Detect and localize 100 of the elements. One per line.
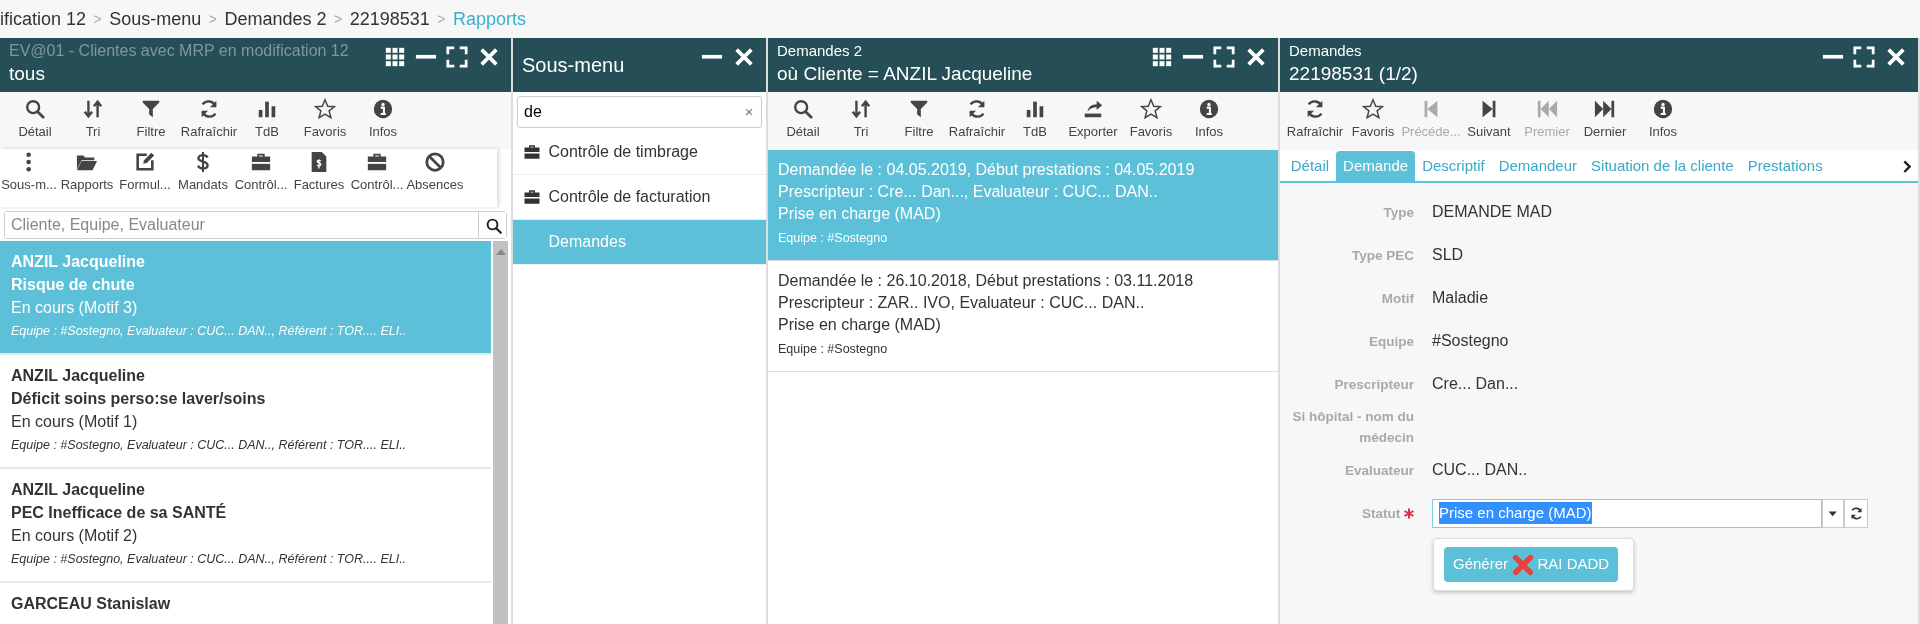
- breadcrumb-item[interactable]: Sous-menu: [109, 5, 202, 33]
- clear-button[interactable]: ×: [737, 100, 761, 124]
- field-label: Prescripteur: [1334, 375, 1414, 394]
- toolbar-button[interactable]: Favoris: [1122, 96, 1180, 150]
- list-item[interactable]: ANZIL Jacqueline PEC Inefficace de sa SANTÉ En cours (Motif 2) Equipe : #Sostegno, Evaluateur : CUC... DAN.., Référent : TOR.... ELI..: [0, 469, 491, 583]
- toolbar-button[interactable]: Contrôl...: [232, 149, 290, 208]
- toolbar-button[interactable]: Rafraîchir: [948, 96, 1006, 150]
- toolbar-button[interactable]: Infos: [354, 95, 412, 150]
- star-icon: [1140, 98, 1162, 120]
- toolbar-button[interactable]: Favoris: [296, 95, 354, 150]
- panel-title: Demandes: [1289, 41, 1363, 61]
- record-line: Demandée le : 04.05.2019, Début prestations : 04.05.2019: [778, 160, 1196, 180]
- panel-subtitle: tous: [9, 62, 46, 86]
- record-item[interactable]: Demandée le : 26.10.2018, Début prestations : 03.11.2018 Prescripteur : ZAR.. IVO, Evaluateur : CUC... DAN.. Prise en charge (MAD) Equipe : #Sostegno: [768, 261, 1278, 372]
- toolbar-button[interactable]: Absences: [406, 149, 464, 208]
- toolbar-button[interactable]: Suivant: [1460, 96, 1518, 150]
- field-label: Motif: [1381, 289, 1414, 308]
- field-label: Statut: [1362, 504, 1401, 523]
- panel-subtitle: où Cliente = ANZIL Jacqueline: [777, 62, 1034, 86]
- fast-forward-icon: [1594, 98, 1616, 120]
- toolbar-button[interactable]: Infos: [1634, 96, 1692, 150]
- briefcase-icon: [523, 143, 541, 161]
- toolbar-button[interactable]: Dernier: [1576, 96, 1634, 150]
- record-details: Equipe : #Sostegno: [778, 341, 889, 358]
- toolbar-button[interactable]: Contrôl...: [348, 149, 406, 208]
- record-details: Equipe : #Sostegno: [778, 230, 889, 247]
- info-icon: [1198, 98, 1220, 120]
- toolbar-button[interactable]: Exporter: [1064, 96, 1122, 150]
- record-line: Prise en charge (MAD): [778, 315, 942, 335]
- toolbar-button[interactable]: Détail: [6, 95, 64, 150]
- toolbar-button[interactable]: Tri: [64, 95, 122, 150]
- field-value: SLD: [1432, 245, 1464, 265]
- field-value: #Sostegno: [1432, 331, 1509, 351]
- item-title: Risque de chute: [11, 275, 136, 295]
- info-icon: [1652, 98, 1674, 120]
- filter-icon: [908, 98, 930, 120]
- client-name: ANZIL Jacqueline: [11, 252, 146, 272]
- record-line: Prescripteur : Cre... Dan..., Evaluateur : CUC... DAN..: [778, 182, 1159, 202]
- toolbar-button[interactable]: Filtre: [890, 96, 948, 150]
- breadcrumb-item[interactable]: Demandes 2: [224, 5, 327, 33]
- chevron-right-icon[interactable]: [1903, 160, 1912, 174]
- star-icon: [1362, 98, 1384, 120]
- client-name: GARCEAU Stanislaw: [11, 594, 172, 614]
- client-name: ANZIL Jacqueline: [11, 480, 146, 500]
- field-value: Cre... Dan...: [1432, 374, 1519, 394]
- breadcrumb-item[interactable]: 22198531: [349, 5, 430, 33]
- minimize-icon[interactable]: [414, 54, 437, 60]
- breadcrumb-item[interactable]: ification 12: [0, 5, 87, 33]
- search-field[interactable]: Cliente, Equipe, Evaluateur: [4, 211, 507, 239]
- grid-icon[interactable]: [384, 46, 405, 67]
- breadcrumb-separator: >: [208, 9, 217, 29]
- item-status: En cours (Motif 3): [11, 298, 139, 318]
- sort-arrows-icon: [850, 98, 872, 120]
- toolbar-button[interactable]: Factures: [290, 149, 348, 208]
- star-icon: [314, 97, 336, 120]
- list-item[interactable]: GARCEAU Stanislaw: [0, 583, 491, 624]
- list-item[interactable]: ANZIL Jacqueline Déficit soins perso:se laver/soins En cours (Motif 1) Equipe : #Sostegno, Evaluateur : CUC... DAN.., Référent : TOR.... ELI..: [0, 355, 491, 469]
- search-field[interactable]: de ×: [517, 96, 762, 128]
- toolbar-button[interactable]: Détail: [774, 96, 832, 150]
- maximize-icon[interactable]: [1213, 45, 1236, 68]
- minimize-icon[interactable]: [1821, 54, 1844, 60]
- toolbar-button[interactable]: Favoris: [1344, 96, 1402, 150]
- toolbar-button[interactable]: TdB: [1006, 96, 1064, 150]
- field-label: Type PEC: [1352, 246, 1414, 265]
- minimize-icon[interactable]: [1181, 54, 1204, 60]
- menu-item[interactable]: Contrôle de timbrage: [513, 130, 766, 175]
- toolbar-button[interactable]: Formul...: [116, 149, 174, 208]
- maximize-icon[interactable]: [446, 45, 469, 68]
- item-status: En cours (Motif 2): [11, 526, 139, 546]
- toolbar-button[interactable]: Mandats: [174, 149, 232, 208]
- item-details: Equipe : #Sostegno, Evaluateur : CUC... DAN.., Référent : TOR.... ELI..: [11, 551, 408, 568]
- toolbar-button[interactable]: Tri: [832, 96, 890, 150]
- item-title: PEC Inefficace de sa SANTÉ: [11, 502, 228, 523]
- refresh-button[interactable]: [1844, 498, 1868, 528]
- search-icon: [485, 216, 503, 235]
- record-line: Demandée le : 26.10.2018, Début prestations : 03.11.2018: [778, 271, 1195, 291]
- toolbar-button[interactable]: Sous-m...: [0, 149, 58, 208]
- toolbar-button[interactable]: Rafraîchir: [180, 95, 238, 150]
- client-name: ANZIL Jacqueline: [11, 366, 146, 386]
- field-value: DEMANDE MAD: [1432, 202, 1552, 222]
- breadcrumb-separator: >: [437, 9, 446, 29]
- field-label: Equipe: [1369, 332, 1414, 351]
- toolbar-button[interactable]: Filtre: [122, 95, 180, 150]
- briefcase-icon: [523, 188, 541, 206]
- record-line: Prescripteur : ZAR.. IVO, Evaluateur : CUC... DAN..: [778, 293, 1146, 313]
- toolbar-button[interactable]: Rapports: [58, 149, 116, 208]
- maximize-icon[interactable]: [1853, 45, 1876, 68]
- scrollbar[interactable]: [493, 241, 508, 624]
- dropdown-button[interactable]: [1822, 498, 1844, 528]
- toolbar-button[interactable]: Infos: [1180, 96, 1238, 150]
- search-icon: [792, 98, 814, 120]
- toolbar-button[interactable]: TdB: [238, 95, 296, 150]
- grid-icon[interactable]: [1151, 46, 1172, 67]
- search-button[interactable]: [478, 212, 506, 238]
- panel-title: EV@01 - Clientes avec MRP en modification 12: [9, 41, 350, 61]
- item-details: Equipe : #Sostegno, Evaluateur : CUC... DAN.., Référent : TOR.... ELI..: [11, 323, 408, 340]
- fast-back-icon: [1536, 98, 1558, 120]
- minimize-icon[interactable]: [701, 54, 724, 60]
- toolbar-button[interactable]: Rafraîchir: [1286, 96, 1344, 150]
- dots-icon: [25, 151, 33, 174]
